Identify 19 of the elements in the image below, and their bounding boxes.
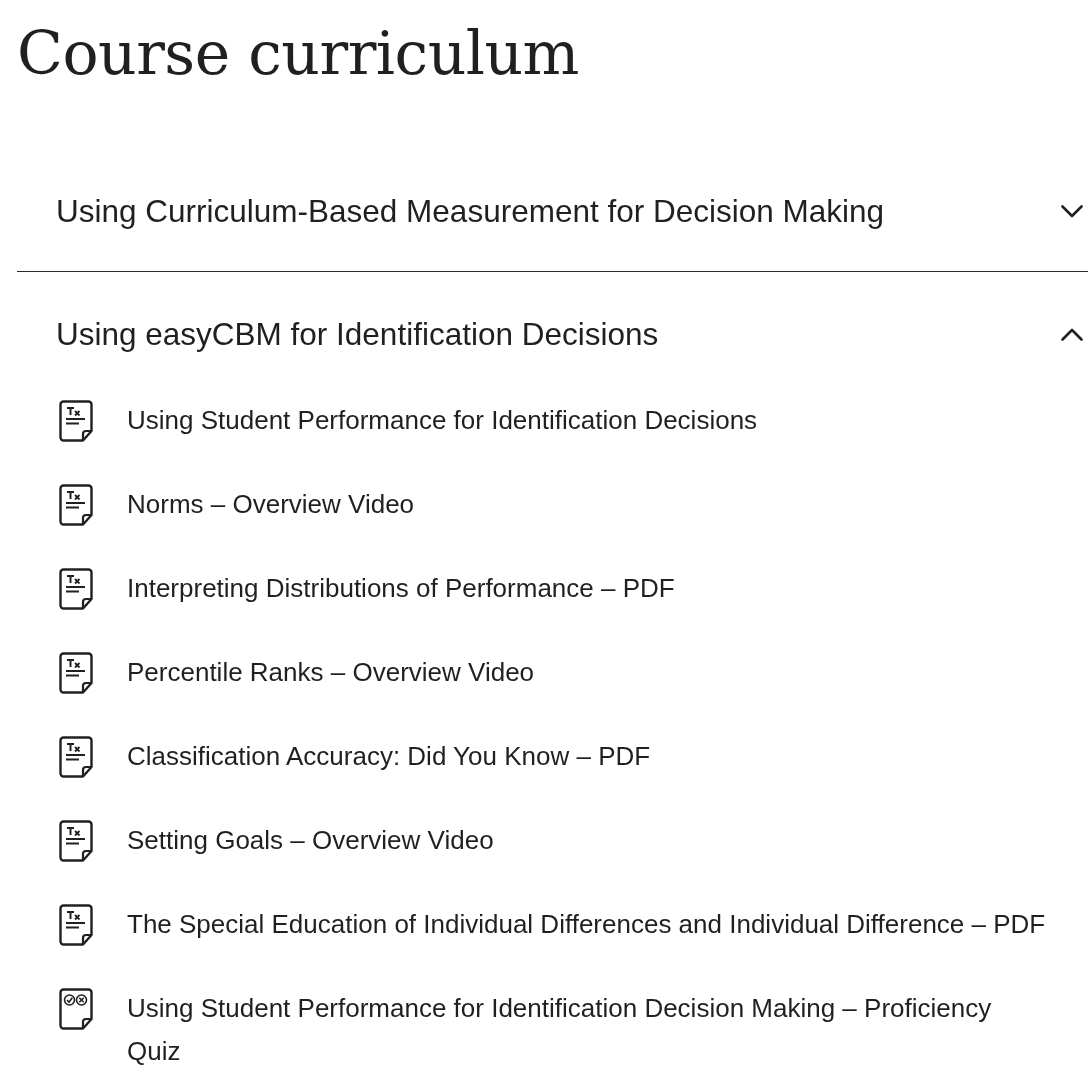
lesson-link[interactable]: Percentile Ranks – Overview Video — [127, 651, 535, 694]
lesson-link[interactable]: Classification Accuracy: Did You Know – PDF — [127, 735, 651, 778]
document-lines-icon — [59, 567, 93, 610]
document-lines-icon — [59, 483, 93, 526]
lesson-link[interactable]: The Special Education of Individual Differences and Individual Difference – PDF — [127, 903, 1046, 946]
document-lines-icon — [59, 819, 93, 862]
document-lines-icon — [59, 399, 93, 442]
document-lines-icon — [59, 735, 93, 778]
lesson-link[interactable]: Setting Goals – Overview Video — [127, 819, 494, 862]
lesson-link[interactable]: Using Student Performance for Identification Decisions — [127, 399, 758, 442]
lesson-link[interactable]: Interpreting Distributions of Performance – PDF — [127, 567, 675, 610]
section-header[interactable]: Using easyCBM for Identification Decisions — [17, 298, 1088, 370]
section-header[interactable]: Using Curriculum-Based Measurement for Decision Making — [17, 175, 1088, 247]
document-lines-icon — [59, 651, 93, 694]
document-lines-icon — [59, 903, 93, 946]
lesson-link[interactable]: Norms – Overview Video — [127, 483, 415, 526]
lesson-link[interactable]: Using Student Performance for Identification Decision Making – Proficiency Quiz — [127, 987, 1049, 1073]
document-check-cross-icon — [59, 987, 93, 1030]
page-title: Course curriculum — [17, 17, 579, 89]
